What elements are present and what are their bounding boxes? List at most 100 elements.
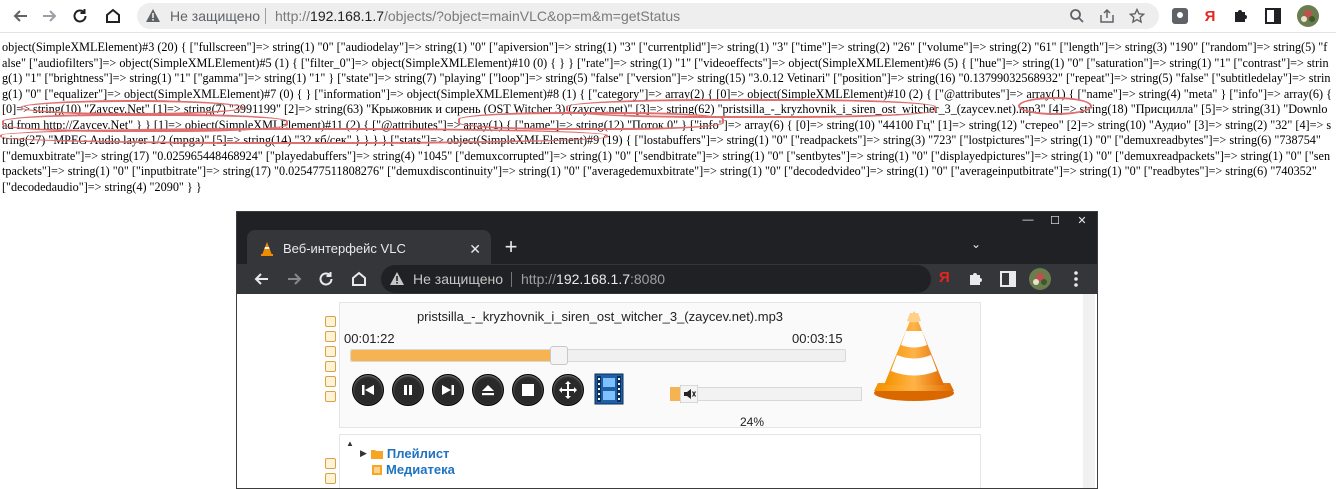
home-button[interactable]: [101, 4, 125, 28]
star-icon[interactable]: [1129, 8, 1145, 24]
fullscreen-button[interactable]: [552, 374, 584, 406]
tab-close-icon[interactable]: ✕: [469, 241, 481, 258]
side-shuffle-icon[interactable]: [325, 361, 336, 372]
page-scrollbar[interactable]: [1083, 294, 1095, 488]
reload-icon: [73, 9, 87, 23]
url-port: :8080: [630, 271, 666, 287]
profile-avatar[interactable]: [1296, 4, 1320, 28]
video-toggle-button[interactable]: [594, 373, 624, 410]
skip-back-icon: [362, 385, 374, 395]
seek-progress: [351, 350, 558, 361]
volume-slider[interactable]: [682, 387, 862, 401]
back-button[interactable]: [9, 4, 33, 28]
library-root-toggle[interactable]: ▲: [346, 439, 354, 448]
maximize-button[interactable]: ☐: [1042, 212, 1068, 228]
url-path: /objects/?object=mainVLC&op=m&m=getStatu…: [384, 8, 681, 24]
new-tab-button[interactable]: +: [499, 234, 523, 260]
close-window-button[interactable]: ✕: [1069, 212, 1095, 228]
previous-button[interactable]: [352, 374, 384, 406]
zoom-icon[interactable]: [1069, 8, 1085, 24]
forward-arrow-icon[interactable]: [285, 270, 303, 288]
speaker-icon: [679, 384, 699, 404]
status-dump-text: object(SimpleXMLElement)#3 (20) { ["full…: [2, 40, 1332, 194]
vlc-browser-window: — ☐ ✕ Веб-интерфейс VLC ✕ + ⌄ Я Не защищ…: [236, 211, 1098, 489]
arrow-left-icon: [13, 10, 27, 22]
eject-button[interactable]: [472, 374, 504, 406]
time-total: 00:03:15: [792, 331, 843, 346]
fullscreen-arrows-icon: [559, 381, 577, 399]
expand-arrow-icon[interactable]: ▶: [360, 448, 367, 459]
yandex-icon[interactable]: Я: [939, 269, 950, 286]
tab-title: Веб-интерфейс VLC: [283, 241, 406, 256]
yandex-icon[interactable]: Я: [1200, 6, 1220, 26]
yandex-label: Я: [1204, 7, 1216, 25]
vlc-lower-side-toolbar: [325, 458, 337, 488]
warning-icon[interactable]: [389, 271, 405, 287]
film-strip-icon: [594, 373, 624, 405]
profile-avatar[interactable]: [1029, 268, 1051, 290]
omnibox-divider: [511, 272, 512, 287]
side-equalizer-icon[interactable]: [325, 376, 336, 387]
tab-search-chevron-icon[interactable]: ⌄: [971, 237, 981, 251]
side-stream-icon[interactable]: [325, 331, 336, 342]
security-label[interactable]: Не защищено: [413, 271, 503, 287]
side-panel-icon[interactable]: [999, 270, 1017, 288]
extensions-puzzle-icon[interactable]: [967, 270, 985, 288]
volume-percent: 24%: [740, 415, 765, 429]
browser-toolbar: Не защищено http://192.168.1.7/objects/?…: [0, 0, 1336, 33]
url-scheme: http://: [521, 271, 557, 287]
back-arrow-icon[interactable]: [253, 270, 271, 288]
playlist-label: Плейлист: [386, 446, 450, 461]
side-lock-icon[interactable]: [325, 391, 336, 402]
tree-item-media-library[interactable]: Медиатека: [372, 462, 455, 477]
url-host: 192.168.1.7: [556, 271, 630, 287]
url-scheme: http://: [275, 8, 311, 24]
time-elapsed: 00:01:22: [344, 331, 395, 346]
vlc-cone-small-icon: [261, 242, 273, 256]
side-open-icon[interactable]: [325, 316, 336, 327]
url-text[interactable]: http://192.168.1.7:8080: [521, 271, 665, 287]
extensions-puzzle-icon[interactable]: [1231, 6, 1251, 26]
side-panel-icon[interactable]: [1263, 6, 1283, 26]
arrow-right-icon: [43, 10, 57, 22]
eject-icon: [482, 385, 494, 396]
vlc-side-toolbar: [325, 316, 337, 406]
reload-button[interactable]: [68, 4, 92, 28]
url-text[interactable]: http://192.168.1.7/objects/?object=mainV…: [275, 8, 680, 24]
side-random-icon[interactable]: [325, 458, 336, 469]
library-panel: ▲ ▶ Плейлист Медиатека: [339, 434, 981, 488]
volume-handle[interactable]: [679, 384, 699, 404]
home-icon[interactable]: [350, 270, 368, 288]
pause-button[interactable]: [392, 374, 424, 406]
media-library-label: Медиатека: [386, 462, 455, 477]
folder-icon: [370, 449, 383, 459]
skip-forward-icon: [442, 385, 454, 395]
side-settings-icon[interactable]: [325, 346, 336, 357]
url-host: 192.168.1.7: [310, 8, 384, 24]
vlc-address-bar[interactable]: Не защищено http://192.168.1.7:8080: [381, 265, 931, 293]
next-button[interactable]: [432, 374, 464, 406]
seek-bar[interactable]: [350, 346, 846, 365]
omnibox-divider: [265, 8, 266, 24]
stop-icon: [522, 384, 534, 396]
media-library-icon: [372, 464, 382, 475]
forward-button[interactable]: [37, 4, 61, 28]
security-label[interactable]: Не защищено: [170, 8, 260, 24]
reload-icon[interactable]: [317, 270, 335, 288]
extension-reader-icon[interactable]: [1170, 6, 1190, 26]
stop-button[interactable]: [512, 374, 544, 406]
more-menu-icon[interactable]: [1067, 270, 1085, 288]
tree-item-playlist[interactable]: ▶ Плейлист: [360, 446, 449, 461]
address-bar[interactable]: Не защищено http://192.168.1.7/objects/?…: [137, 3, 1159, 29]
side-loop-icon[interactable]: [325, 473, 336, 484]
vlc-cone-logo: [874, 311, 954, 401]
minimize-button[interactable]: —: [1015, 212, 1041, 228]
track-title: pristsilla_-_kryzhovnik_i_siren_ost_witc…: [416, 309, 784, 324]
player-panel: pristsilla_-_kryzhovnik_i_siren_ost_witc…: [339, 302, 981, 429]
vlc-web-interface: pristsilla_-_kryzhovnik_i_siren_ost_witc…: [237, 294, 1097, 488]
seek-handle[interactable]: [550, 346, 568, 365]
warning-icon[interactable]: [145, 8, 161, 24]
share-icon[interactable]: [1099, 8, 1115, 24]
home-icon: [106, 8, 120, 23]
pause-icon: [404, 385, 412, 395]
